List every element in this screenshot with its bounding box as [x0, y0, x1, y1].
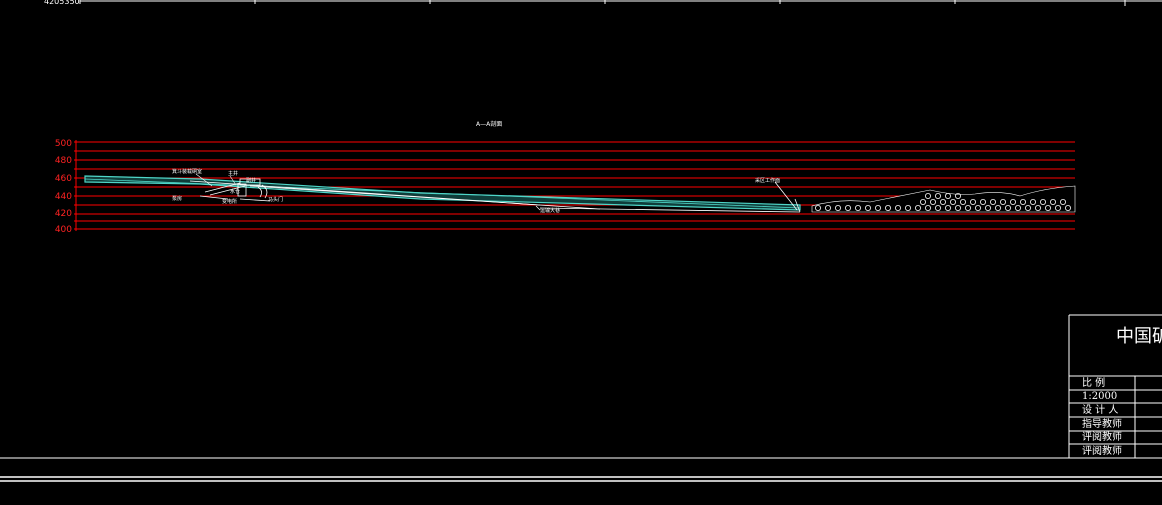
- title-block-reviewer-1: 评阅教师: [1082, 432, 1122, 443]
- title-block-designer: 设 计 人: [1082, 405, 1119, 416]
- annotation-label-3: 副井: [246, 177, 256, 184]
- section-title: A—A剖面: [476, 120, 502, 128]
- annotation-label-1: 箕斗装载硐室: [172, 168, 202, 175]
- y-tick-420: 420: [55, 209, 72, 219]
- y-tick-460: 460: [55, 174, 72, 184]
- annotation-label-5: 泵房: [172, 195, 182, 202]
- y-tick-440: 440: [55, 192, 72, 202]
- top-coordinate-label: 4205350: [44, 0, 80, 6]
- goaf-zone: [811, 185, 1076, 213]
- annotation-label-2: 主井: [228, 170, 238, 177]
- annotation-label-4: 水仓: [230, 188, 240, 195]
- title-block-advisor: 指导教师: [1082, 419, 1122, 430]
- cad-drawing-canvas: 4205350 A—A剖面 500 480 460 440 420 400 箕斗…: [0, 0, 1162, 482]
- title-block-scale-value: 1:2000: [1082, 391, 1118, 402]
- title-block-scale-header: 比 例: [1082, 378, 1106, 389]
- annotation-label-9: 采区工作面: [755, 177, 780, 184]
- bottom-frame: [0, 457, 1162, 482]
- title-block-reviewer-2: 评阅教师: [1082, 446, 1122, 457]
- y-tick-480: 480: [55, 156, 72, 166]
- title-block-school-name: 中国矿: [1116, 326, 1162, 347]
- y-tick-400: 400: [55, 225, 72, 235]
- annotation-label-7: 马头门: [268, 196, 283, 203]
- y-tick-500: 500: [55, 139, 72, 149]
- annotation-label-8: 运输大巷: [540, 207, 560, 214]
- annotation-label-6: 变电所: [222, 198, 237, 205]
